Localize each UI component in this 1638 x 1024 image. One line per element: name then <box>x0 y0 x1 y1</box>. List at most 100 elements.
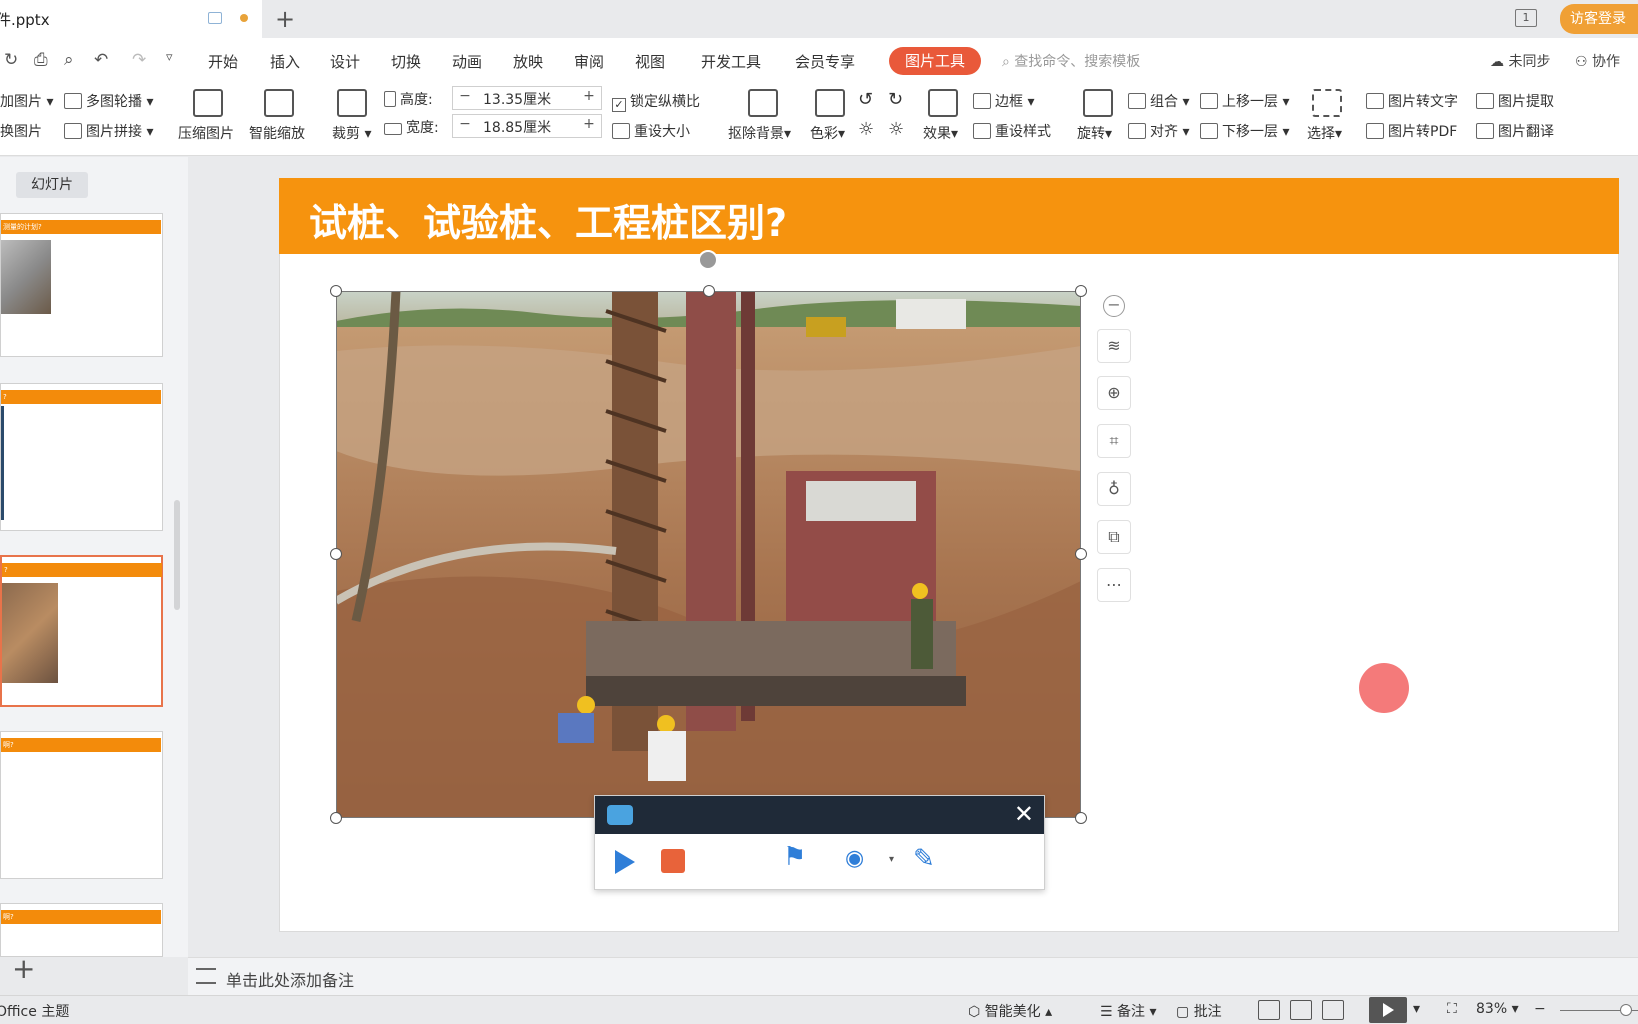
remove-background-button[interactable]: 抠除背景▾ <box>728 123 791 143</box>
compress-picture-icon[interactable] <box>193 89 223 117</box>
menu-insert[interactable]: 插入 <box>270 51 300 72</box>
rotate-left-icon[interactable]: ↺ <box>858 89 873 110</box>
resize-handle-left[interactable] <box>330 548 342 560</box>
menu-animation[interactable]: 动画 <box>452 51 482 72</box>
reading-view-icon[interactable] <box>1322 1000 1344 1020</box>
record-play-icon[interactable] <box>615 850 635 874</box>
brightness-down-icon[interactable]: ☼ <box>888 119 904 140</box>
slide-thumbnail[interactable]: 啊? <box>0 731 163 879</box>
resize-handle-top-left[interactable] <box>330 285 342 297</box>
slide-thumbnail[interactable]: 啊? <box>0 903 163 957</box>
height-increase-button[interactable]: + <box>579 88 599 104</box>
width-input[interactable]: − 18.85厘米 + <box>452 114 602 138</box>
reset-size-button[interactable]: 重设大小 <box>612 121 690 141</box>
height-decrease-button[interactable]: − <box>455 88 475 104</box>
align-button[interactable]: 对齐 ▾ <box>1128 121 1189 141</box>
resize-handle-bottom-right[interactable] <box>1075 812 1087 824</box>
width-decrease-button[interactable]: − <box>455 116 475 132</box>
window-count-icon[interactable]: 1 <box>1515 9 1537 27</box>
picture-to-pdf-button[interactable]: 图片转PDF <box>1366 121 1457 141</box>
print-icon[interactable]: ⎙ <box>34 50 48 70</box>
slide-title[interactable]: 试桩、试验桩、工程桩区别? <box>309 192 787 247</box>
collapse-minus-icon[interactable]: − <box>1103 295 1125 317</box>
construction-site-photo[interactable] <box>336 291 1081 818</box>
select-button[interactable]: 选择▾ <box>1307 123 1342 143</box>
record-stop-icon[interactable] <box>661 849 685 873</box>
menu-slideshow[interactable]: 放映 <box>513 51 543 72</box>
comment-button[interactable]: ▢ 批注 <box>1176 1001 1222 1021</box>
webcam-icon[interactable]: ◉ <box>845 846 864 871</box>
monitor-icon[interactable] <box>208 12 222 24</box>
recorder-header[interactable]: ✕ <box>595 796 1044 834</box>
color-icon[interactable] <box>815 89 845 117</box>
pen-icon[interactable]: ✎ <box>913 844 935 874</box>
send-backward-button[interactable]: 下移一层 ▾ <box>1200 121 1289 141</box>
layers-icon[interactable]: ≋ <box>1097 329 1131 363</box>
fit-window-icon[interactable]: ⛶ <box>1447 1001 1457 1017</box>
height-input[interactable]: − 13.35厘米 + <box>452 86 602 110</box>
resize-handle-right[interactable] <box>1075 548 1087 560</box>
bring-forward-button[interactable]: 上移一层 ▾ <box>1200 91 1289 111</box>
group-button[interactable]: 组合 ▾ <box>1128 91 1189 111</box>
menu-design[interactable]: 设计 <box>330 51 360 72</box>
reset-style-button[interactable]: 重设样式 <box>973 121 1051 141</box>
picture-translate-button[interactable]: 图片翻译 <box>1476 121 1554 141</box>
multi-carousel-button[interactable]: 多图轮播 ▾ <box>64 91 153 111</box>
brightness-up-icon[interactable]: ☼ <box>858 119 874 140</box>
close-icon[interactable]: ✕ <box>1014 800 1034 828</box>
picture-to-text-button[interactable]: 图片转文字 <box>1366 91 1458 111</box>
menu-member[interactable]: 会员专享 <box>795 51 855 72</box>
notes-bar[interactable]: 单击此处添加备注 <box>188 957 1638 995</box>
menu-review[interactable]: 审阅 <box>574 51 604 72</box>
marker-flag-icon[interactable]: ⚑ <box>783 842 813 878</box>
resize-handle-top-right[interactable] <box>1075 285 1087 297</box>
resize-handle-bottom-left[interactable] <box>330 812 342 824</box>
normal-view-icon[interactable] <box>1258 1000 1280 1020</box>
command-search[interactable]: ⌕ 查找命令、搜索模板 <box>1002 51 1140 71</box>
color-button[interactable]: 色彩▾ <box>810 123 845 143</box>
slide-thumbnail[interactable]: 测量的计划? <box>0 213 163 357</box>
replace-picture-button[interactable]: 换图片 <box>0 121 42 141</box>
rotate-right-icon[interactable]: ↻ <box>888 89 903 110</box>
zoom-slider-knob[interactable] <box>1620 1004 1632 1016</box>
effects-icon[interactable] <box>928 89 958 117</box>
smart-zoom-icon[interactable] <box>264 89 294 117</box>
print-preview-icon[interactable]: ⌕ <box>64 50 74 70</box>
redo-arrow-icon[interactable]: ↻ <box>4 50 18 70</box>
collab-button[interactable]: ⚇ 协作 <box>1575 51 1620 71</box>
slide-thumbnail[interactable]: ? <box>0 383 163 531</box>
menu-picture-tools[interactable]: 图片工具 <box>889 47 981 75</box>
select-icon[interactable] <box>1312 89 1342 117</box>
menu-developer[interactable]: 开发工具 <box>701 51 761 72</box>
slideshow-play-button[interactable] <box>1369 997 1407 1023</box>
chevron-down-icon[interactable]: ▾ <box>889 854 894 865</box>
smart-beautify-button[interactable]: ⬡ 智能美化 ▴ <box>968 1001 1052 1021</box>
remove-background-icon[interactable] <box>748 89 778 117</box>
menu-home[interactable]: 开始 <box>208 51 238 72</box>
crop-tool-icon[interactable]: ⌗ <box>1097 424 1131 458</box>
zoom-out-icon[interactable]: − <box>1534 1001 1546 1017</box>
menu-transition[interactable]: 切换 <box>391 51 421 72</box>
more-options-icon[interactable]: ⋯ <box>1097 568 1131 602</box>
slideshow-dropdown-icon[interactable]: ▾ <box>1413 1001 1420 1017</box>
zoom-level[interactable]: 83% ▾ <box>1476 1001 1519 1017</box>
undo-icon[interactable]: ↶ <box>94 50 108 70</box>
lightbulb-icon[interactable]: ♁ <box>1097 472 1131 506</box>
guest-login-button[interactable]: 访客登录 <box>1560 4 1638 34</box>
rotate-handle-icon[interactable] <box>698 250 718 270</box>
picture-splice-button[interactable]: 图片拼接 ▾ <box>64 121 153 141</box>
crop-button[interactable]: 裁剪 ▾ <box>332 123 371 143</box>
add-picture-button[interactable]: 加图片 ▾ <box>0 91 53 111</box>
panel-scrollbar[interactable] <box>174 500 180 610</box>
effects-button[interactable]: 效果▾ <box>923 123 958 143</box>
quick-access-dropdown-icon[interactable]: ▿ <box>166 50 173 65</box>
slides-tab[interactable]: 幻灯片 <box>16 172 88 198</box>
add-slide-plus-icon[interactable]: + <box>12 952 35 985</box>
slide-thumbnail-selected[interactable]: ? <box>0 555 163 707</box>
resize-handle-top[interactable] <box>703 285 715 297</box>
border-button[interactable]: 边框 ▾ <box>973 91 1034 111</box>
picture-extract-button[interactable]: 图片提取 <box>1476 91 1554 111</box>
new-tab-plus-icon[interactable]: + <box>275 5 295 33</box>
notes-placeholder[interactable]: 单击此处添加备注 <box>226 967 354 991</box>
rotate-button[interactable]: 旋转▾ <box>1077 123 1112 143</box>
